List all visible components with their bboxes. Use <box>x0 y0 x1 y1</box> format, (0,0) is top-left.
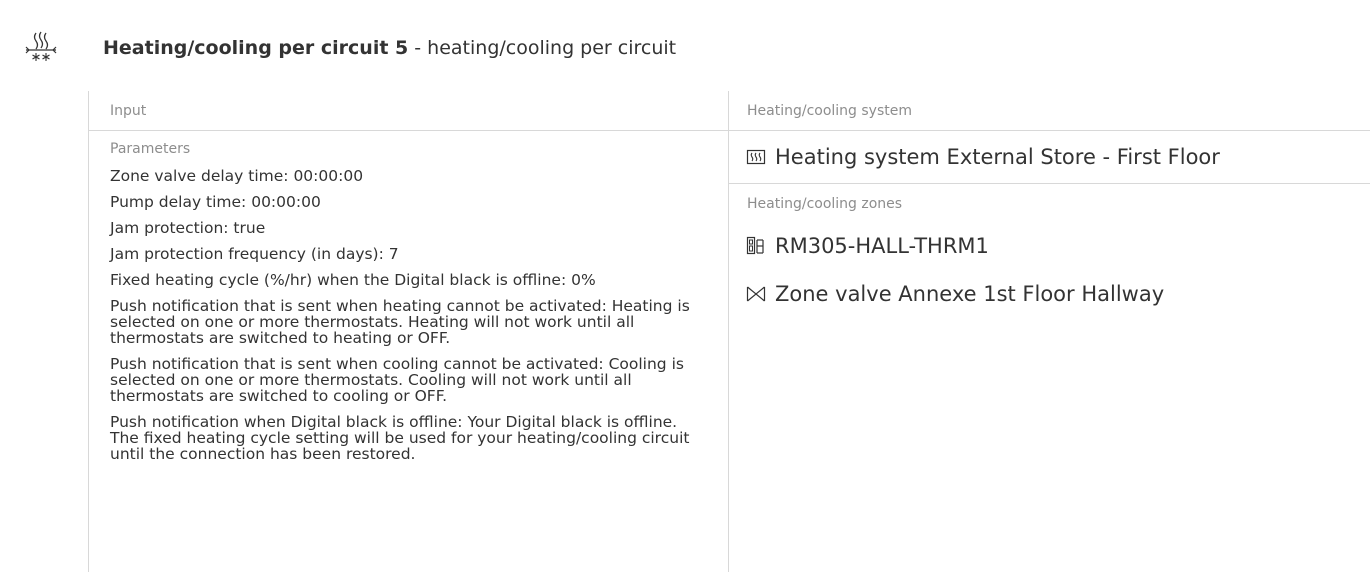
heating-system-icon <box>745 146 767 168</box>
page-header: Heating/cooling per circuit 5 - heating/… <box>0 0 1370 90</box>
parameters-header: Parameters <box>110 141 191 157</box>
thermostat-icon <box>745 235 767 257</box>
zone-valve-link[interactable]: Zone valve Annexe 1st Floor Hallway <box>729 272 1370 320</box>
parameter-item: Push notification that is sent when heat… <box>110 297 690 347</box>
zone-valve-icon <box>745 283 767 305</box>
zones-header: Heating/cooling zones <box>747 196 903 212</box>
parameter-item: Push notification that is sent when cool… <box>110 355 684 405</box>
parameter-item: Jam protection frequency (in days): 7 <box>110 245 399 263</box>
heating-cooling-icon <box>24 30 60 64</box>
heating-system-link[interactable]: Heating system External Store - First Fl… <box>729 131 1370 184</box>
parameter-item: Jam protection: true <box>110 219 266 237</box>
details-panel: Input Parameters Zone valve delay time: … <box>88 91 1370 572</box>
page-title-strong: Heating/cooling per circuit 5 <box>103 37 409 59</box>
parameter-item: Push notification when Digital black is … <box>110 413 690 463</box>
system-header: Heating/cooling system <box>729 91 1370 131</box>
parameter-item: Fixed heating cycle (%/hr) when the Digi… <box>110 271 596 289</box>
page-title-rest: - heating/cooling per circuit <box>408 37 677 59</box>
heating-system-label: Heating system External Store - First Fl… <box>775 145 1220 169</box>
zone-thermostat-link[interactable]: RM305-HALL-THRM1 <box>729 224 1370 272</box>
input-column: Input Parameters Zone valve delay time: … <box>89 91 729 572</box>
page-title: Heating/cooling per circuit 5 - heating/… <box>103 36 676 60</box>
input-header: Input <box>89 91 728 131</box>
system-column: Heating/cooling system Heating system Ex… <box>729 91 1370 572</box>
parameter-item: Zone valve delay time: 00:00:00 <box>110 167 364 185</box>
parameters-list: Zone valve delay time: 00:00:00 Pump del… <box>89 167 728 462</box>
parameter-item: Pump delay time: 00:00:00 <box>110 193 321 211</box>
zone-label: Zone valve Annexe 1st Floor Hallway <box>775 282 1165 306</box>
zone-label: RM305-HALL-THRM1 <box>775 234 989 258</box>
